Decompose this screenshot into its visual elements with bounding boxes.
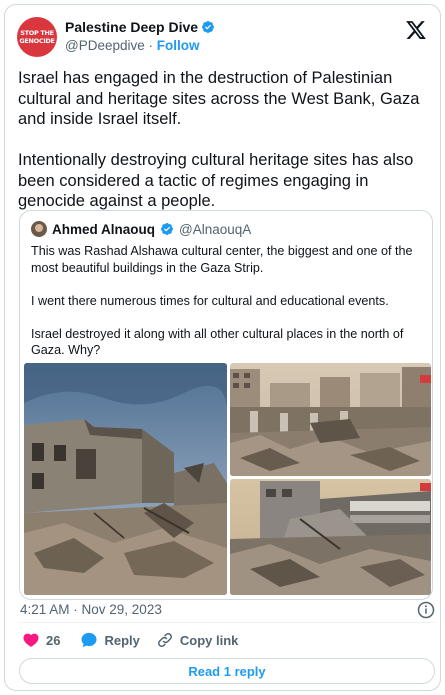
like-button[interactable]: 26 (22, 631, 60, 649)
tweet-text: Israel has engaged in the destruction of… (18, 69, 420, 210)
quoted-verified-badge-icon (161, 223, 173, 235)
quoted-tweet-text: This was Rashad Alshawa cultural center,… (31, 244, 413, 357)
reply-label: Reply (104, 632, 140, 648)
tweet-header: STOP THE GENOCIDE Palestine Deep Dive @P… (17, 17, 429, 59)
quoted-tweet[interactable]: Ahmed Alnaouq @AlnaouqA This was Rashad … (19, 210, 433, 600)
read-replies-button[interactable]: Read 1 reply (19, 658, 435, 684)
copy-link-button[interactable]: Copy link (156, 631, 239, 649)
tweet-card: STOP THE GENOCIDE Palestine Deep Dive @P… (4, 4, 441, 691)
reply-button[interactable]: Reply (80, 631, 140, 649)
x-logo-icon[interactable] (405, 19, 427, 41)
quoted-author-name: Ahmed Alnaouq (52, 221, 155, 237)
verified-badge-icon (202, 21, 215, 33)
like-count: 26 (46, 632, 61, 648)
avatar-line-1: STOP THE (20, 29, 54, 37)
heart-icon (23, 633, 39, 647)
quoted-tweet-header: Ahmed Alnaouq @AlnaouqA (31, 221, 251, 237)
quoted-media-grid (24, 363, 431, 597)
collapsed-structure-photo[interactable] (230, 479, 431, 595)
tweet-timestamp[interactable]: 4:21 AM · Nov 29, 2023 (20, 602, 162, 617)
author-avatar[interactable]: STOP THE GENOCIDE (17, 17, 57, 57)
follow-button[interactable]: Follow (157, 38, 200, 53)
rubble-street-photo[interactable] (230, 363, 431, 476)
destroyed-building-photo[interactable] (24, 363, 227, 595)
avatar-line-2: GENOCIDE (19, 37, 55, 45)
divider (19, 622, 435, 623)
quoted-author-avatar (31, 221, 47, 237)
tweet-actions: 26 Reply Copy link (22, 631, 238, 649)
quoted-author-handle: @AlnaouqA (179, 221, 252, 237)
reply-bubble-icon (81, 632, 97, 648)
author-info: Palestine Deep Dive @PDeepdive · Follow (65, 19, 215, 53)
author-handle[interactable]: @PDeepdive (65, 38, 145, 53)
link-icon (157, 633, 172, 647)
handle-separator: · (148, 38, 154, 53)
author-display-name[interactable]: Palestine Deep Dive (65, 19, 198, 35)
info-icon[interactable] (417, 601, 435, 619)
copy-link-label: Copy link (179, 632, 239, 648)
